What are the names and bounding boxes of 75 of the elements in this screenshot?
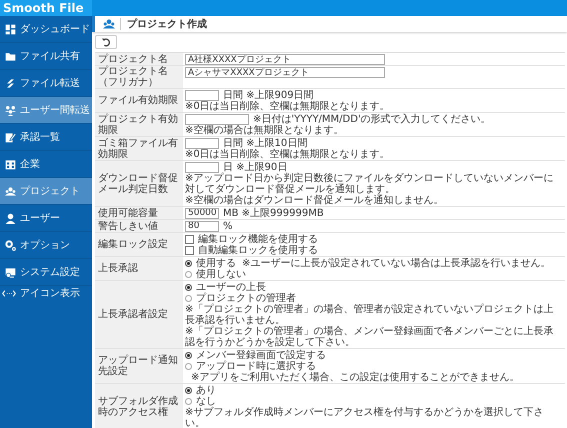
undo-icon — [101, 37, 111, 47]
input-field[interactable] — [185, 90, 219, 100]
note-text: ※ユーザーに上長が設定されていない場合は上長承認を行いません。 — [242, 258, 550, 268]
field-label: プロジェクト名 — [95, 53, 183, 65]
input-field[interactable] — [185, 114, 249, 124]
field-label: サブフォルダ作成時のアクセス権 — [95, 384, 183, 428]
radio-button[interactable] — [185, 352, 192, 358]
input-field[interactable]: 80 — [185, 220, 219, 232]
field-hint: 日 ※上限90日 — [223, 162, 288, 172]
grid-icon — [5, 24, 16, 34]
note-text: ※空欄の場合はダウンロード督促メールを通知しません。 — [185, 194, 444, 206]
field-label: 編集ロック設定 — [95, 233, 183, 256]
field-label: 警告しきい値 — [95, 220, 183, 232]
radio-button[interactable] — [185, 270, 192, 278]
edit-icon — [5, 132, 16, 142]
sidebar-item[interactable]: ユーザー間転送 — [0, 97, 92, 124]
field-label: 上長承認 — [95, 257, 183, 280]
radio-label: なし — [196, 396, 216, 406]
radio-label: 使用する — [196, 258, 236, 268]
checkbox-label: 編集ロック機能を使用する — [198, 234, 318, 244]
radio-button[interactable] — [185, 260, 192, 266]
transfer-icon — [5, 78, 16, 88]
sidebar-item[interactable]: ダッシュボード — [0, 16, 92, 43]
radio-button[interactable] — [185, 386, 192, 394]
building-icon — [5, 158, 16, 170]
undo-button[interactable] — [95, 35, 117, 49]
note-text: ※空欄の場合は無期限となります。 — [185, 124, 344, 136]
monitor-icon — [5, 266, 16, 278]
note-text: ※0日は当日削除、空欄は無期限となります。 — [185, 100, 390, 112]
users-icon — [5, 104, 16, 116]
note-text: ※「プロジェクトの管理者」の場合、メンバー登録画面で各メンバーごとに上長承認を行うかどうかを設定して下さい。 — [185, 326, 554, 348]
checkbox[interactable] — [185, 246, 194, 254]
field-label: プロジェクト名（フリガナ） — [95, 66, 183, 88]
radio-button[interactable] — [185, 362, 192, 370]
radio-label: あり — [196, 384, 216, 396]
field-label: ゴミ箱ファイル有効期限 — [95, 137, 183, 160]
note-text: ※サブフォルダ作成時メンバーにアクセス権を付与するかどうかを選択して下さい。 — [185, 406, 544, 428]
field-label: ダウンロード督促メール判定日数 — [95, 161, 183, 206]
group-icon — [103, 18, 121, 30]
note-text: ※アップロード日から判定日数後にファイルをダウンロードしていないメンバーに対してダウンロード督促メールを通知します。 — [185, 172, 554, 194]
page-title: プロジェクト作成 — [127, 17, 207, 31]
note-text: ※「プロジェクトの管理者」の場合、管理者が設定されていないプロジェクトは上長承認を行いません。 — [185, 304, 554, 326]
field-label: 上長承認者設定 — [95, 281, 183, 348]
field-label: アップロード通知先設定 — [95, 349, 183, 383]
code-icon — [2, 290, 16, 296]
field-label: ファイル有効期限 — [95, 89, 183, 112]
radio-button[interactable] — [185, 398, 192, 404]
field-label: 使用可能容量 — [95, 207, 183, 219]
radio-label: メンバー登録画面で設定する — [196, 350, 326, 360]
checkbox-label: 自動編集ロックを使用する — [198, 244, 318, 256]
checkbox[interactable] — [185, 234, 194, 244]
field-hint: MB ※上限999999MB — [223, 208, 324, 218]
sidebar-item[interactable]: プロジェクト — [0, 178, 92, 205]
field-hint: % — [223, 220, 233, 232]
radio-button[interactable] — [185, 294, 192, 302]
field-hint: 日間 ※上限909日間 — [223, 90, 314, 100]
radio-label: アップロード時に選択する — [196, 360, 316, 372]
sidebar-item[interactable]: アイコン表示 — [0, 286, 92, 300]
field-label: プロジェクト有効期限 — [95, 113, 183, 136]
folder-icon — [5, 50, 16, 62]
note-text: ※アプリをご利用いただく場合、この設定は使用することができません。 — [191, 372, 520, 382]
group-icon — [5, 186, 16, 196]
app-logo: Smooth File — [0, 0, 92, 16]
input-field[interactable] — [185, 162, 219, 172]
radio-button[interactable] — [185, 284, 192, 290]
radio-label: 使用しない — [196, 268, 246, 280]
user-icon — [5, 212, 16, 224]
field-hint: 日間 ※上限10日間 — [223, 138, 308, 148]
input-field[interactable] — [185, 138, 219, 148]
note-text: ※0日は当日削除、空欄は無期限となります。 — [185, 148, 390, 160]
input-field[interactable]: 50000 — [185, 208, 219, 218]
radio-label: プロジェクトの管理者 — [196, 292, 296, 304]
radio-label: ユーザーの上長 — [196, 282, 266, 292]
field-hint: ※日付は'YYYY/MM/DD'の形式で入力してください。 — [253, 114, 491, 124]
gear-icon — [5, 240, 16, 250]
